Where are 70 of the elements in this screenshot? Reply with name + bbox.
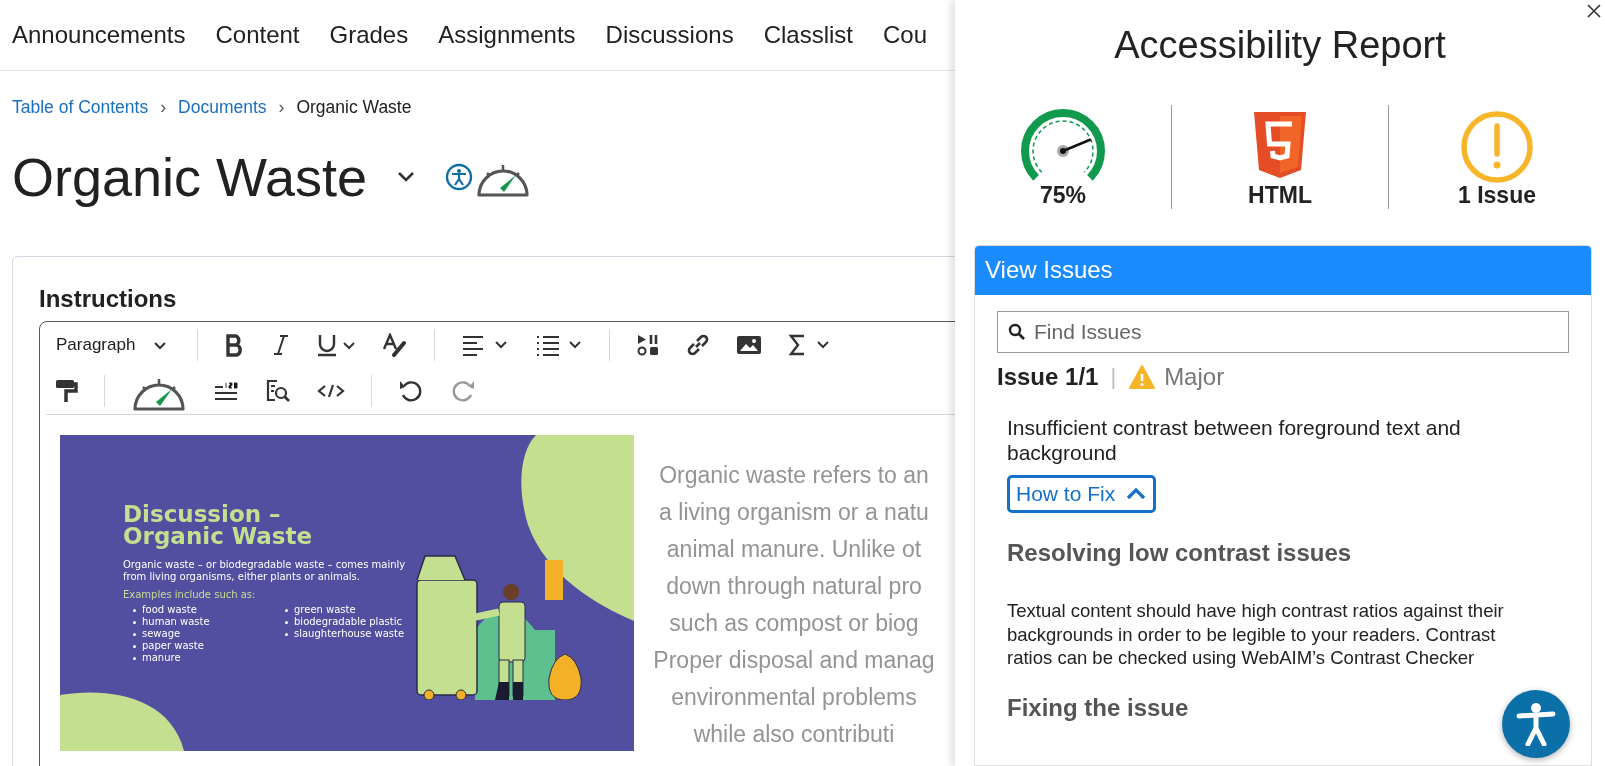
paint-roller-icon[interactable] bbox=[54, 378, 78, 404]
body-text-line: a living organism or a natu bbox=[659, 498, 929, 527]
nav-link[interactable]: Assignments bbox=[438, 21, 576, 49]
align-icon[interactable] bbox=[461, 334, 510, 356]
slide-title: Discussion – Organic Waste bbox=[123, 503, 314, 547]
breadcrumb-separator: › bbox=[160, 97, 167, 118]
breadcrumb-current: Organic Waste bbox=[296, 97, 412, 118]
close-icon[interactable] bbox=[1587, 4, 1601, 18]
code-icon[interactable] bbox=[317, 383, 345, 399]
panel-title: Accessibility Report bbox=[1113, 24, 1447, 67]
breadcrumb-link[interactable]: Table of Contents bbox=[12, 97, 149, 118]
search-field[interactable]: Find Issues bbox=[997, 311, 1569, 353]
nav-link[interactable]: Content bbox=[215, 21, 300, 49]
slide-list-item: sewage bbox=[133, 628, 263, 640]
slide-text: Organic waste – or biodegradable waste – comes mainly from living organisms, either plants or animals. bbox=[123, 559, 407, 583]
body-text-line: down through natural pro bbox=[666, 572, 922, 601]
field-label: Instructions bbox=[39, 285, 178, 313]
bulleted-list-icon[interactable] bbox=[535, 334, 584, 356]
media-icon[interactable] bbox=[636, 333, 661, 357]
slide-list-item: green waste bbox=[285, 604, 415, 616]
nav-link[interactable]: Grades bbox=[329, 21, 409, 49]
body-text-line: Proper disposal and manag bbox=[653, 646, 935, 675]
issue-position: Issue 1/1 bbox=[997, 363, 1099, 391]
nav-link[interactable]: Announcements bbox=[12, 21, 186, 49]
slide-subtitle: Examples include such as: bbox=[123, 589, 257, 600]
slide-list-item: manure bbox=[133, 652, 263, 664]
separator-text: | bbox=[1110, 364, 1117, 390]
nav-link[interactable]: Discussions bbox=[605, 21, 734, 49]
body-text-line: animal manure. Unlike ot bbox=[666, 535, 922, 564]
body-text-line: while also contributi bbox=[693, 720, 895, 749]
word-count-icon[interactable] bbox=[213, 381, 239, 401]
severity-label: Major bbox=[1164, 363, 1225, 391]
accessibility-icon[interactable] bbox=[445, 163, 474, 191]
body-text-line: such as compost or biog bbox=[669, 609, 919, 638]
slide-list-item: food waste bbox=[133, 604, 263, 616]
underline-icon[interactable] bbox=[316, 333, 357, 357]
warning-icon bbox=[1128, 364, 1157, 390]
fix-heading: Resolving low contrast issues bbox=[1007, 539, 1353, 567]
score-label: 75% bbox=[1039, 182, 1086, 209]
accessibility-button[interactable] bbox=[1502, 690, 1570, 758]
body-text-line: Organic waste refers to an bbox=[659, 461, 929, 490]
slide-list-item: paper waste bbox=[133, 640, 263, 652]
chevron-icon bbox=[1125, 487, 1148, 501]
fix-text: Textual content should have high contrast ratios against their backgrounds in order to be legible to your readers. Contrast ratios can be checked using WebAIM’s Contrast Checker bbox=[1007, 599, 1505, 670]
page-title: Organic Waste bbox=[12, 146, 368, 208]
fix-subheading: Fixing the issue bbox=[1007, 693, 1190, 722]
how-to-fix-button[interactable]: How to Fix bbox=[1007, 475, 1157, 513]
nav-link[interactable]: Cou bbox=[883, 21, 928, 49]
chevron-down-icon bbox=[153, 340, 168, 350]
card-header: View Issues bbox=[975, 246, 1591, 295]
text-style-icon[interactable] bbox=[382, 333, 409, 357]
format-dropdown[interactable]: Paragraph bbox=[52, 335, 172, 355]
image-icon[interactable] bbox=[736, 334, 763, 356]
body-text-line: environmental problems bbox=[671, 683, 917, 712]
link-icon[interactable] bbox=[686, 333, 711, 357]
slide-list-item: biodegradable plastic bbox=[285, 616, 415, 628]
nav-link[interactable]: Classlist bbox=[763, 21, 853, 49]
slide-list-item: human waste bbox=[133, 616, 263, 628]
chevron-down-icon[interactable] bbox=[397, 171, 416, 183]
find-icon[interactable] bbox=[265, 379, 291, 403]
breadcrumb-separator: › bbox=[278, 97, 285, 118]
undo-icon[interactable] bbox=[398, 378, 424, 404]
issue-count: 1 Issue bbox=[1458, 182, 1536, 209]
slide-list-item: slaughterhouse waste bbox=[285, 628, 415, 640]
breadcrumb-link[interactable]: Documents bbox=[178, 97, 267, 118]
issue-description: Insufficient contrast between foreground text and background bbox=[1007, 415, 1462, 465]
format-label: HTML bbox=[1248, 182, 1312, 209]
italic-icon[interactable] bbox=[272, 333, 291, 357]
redo-icon[interactable] bbox=[450, 378, 476, 404]
accessibility-icon bbox=[1516, 702, 1556, 746]
